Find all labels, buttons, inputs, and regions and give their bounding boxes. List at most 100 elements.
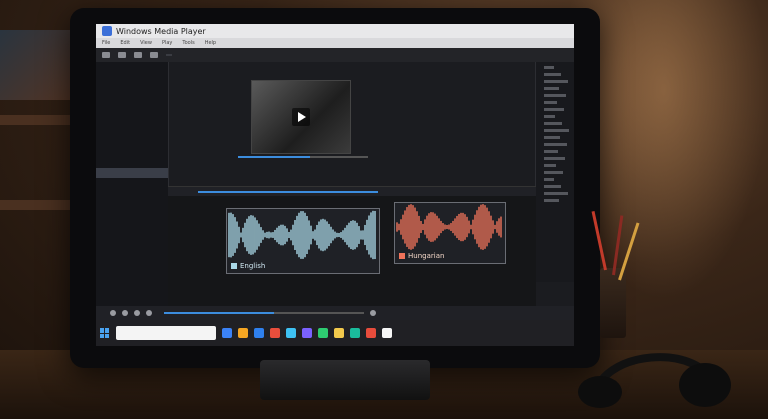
previous-icon[interactable] [110,310,116,316]
menu-item[interactable]: Tools [182,38,194,48]
title-bar: Windows Media Player [96,24,574,38]
taskbar-app-icon[interactable] [270,328,280,338]
playback-seek-bar[interactable] [164,312,364,314]
taskbar-app-icon[interactable] [382,328,392,338]
sidebar-item[interactable] [96,98,168,108]
play-icon[interactable] [292,108,310,126]
taskbar-app-icon[interactable] [254,328,264,338]
tree-item[interactable] [544,87,559,90]
tree-item[interactable] [544,73,561,76]
background-shelf [0,115,80,125]
tool-icon[interactable] [102,52,110,58]
sidebar-item[interactable] [96,238,168,248]
color-swatch [231,263,237,269]
taskbar [96,320,574,346]
menu-item[interactable]: Play [162,38,172,48]
tree-item[interactable] [544,150,558,153]
toolbar [96,48,574,62]
tree-item[interactable] [544,94,566,97]
right-panel [535,62,574,282]
window-title: Windows Media Player [116,26,206,36]
sidebar-item[interactable] [96,198,168,208]
taskbar-app-icon[interactable] [366,328,376,338]
volume-icon[interactable] [370,310,376,316]
sidebar-item[interactable] [96,158,168,168]
playback-seek-fill [164,312,274,314]
tree-item[interactable] [544,101,557,104]
sidebar-item[interactable] [96,68,168,78]
tree-item[interactable] [544,178,554,181]
menu-item[interactable]: File [102,38,110,48]
sidebar-item[interactable] [96,78,168,88]
sidebar-item[interactable] [96,118,168,128]
tree-item[interactable] [544,115,555,118]
video-seek-bar[interactable] [238,156,368,158]
windows-start-icon[interactable] [100,328,110,338]
sidebar-item[interactable] [96,208,168,218]
timeline-fill [198,191,378,193]
tree-item[interactable] [544,122,562,125]
taskbar-app-icon[interactable] [350,328,360,338]
menu-bar: File Edit View Play Tools Help [96,38,574,48]
sidebar-item[interactable] [96,178,168,188]
clip-label: Hungarian [399,252,444,260]
headphones [578,353,731,408]
stop-icon[interactable] [122,310,128,316]
tree-item[interactable] [544,164,556,167]
taskbar-app-icon[interactable] [286,328,296,338]
track-label-hungarian: Hungarian [408,252,445,260]
tree-item[interactable] [544,157,565,160]
tree-item[interactable] [544,129,569,132]
taskbar-search-input[interactable] [116,326,216,340]
toolbar-tab[interactable] [166,54,172,56]
color-swatch [399,253,405,259]
tree-item[interactable] [544,143,567,146]
tree-item[interactable] [544,171,563,174]
taskbar-app-icon[interactable] [222,328,232,338]
tool-icon[interactable] [150,52,158,58]
sidebar-item[interactable] [96,108,168,118]
taskbar-app-icon[interactable] [334,328,344,338]
clip-label: English [231,262,265,270]
tool-icon[interactable] [134,52,142,58]
sidebar-item[interactable] [96,128,168,138]
sidebar-item[interactable] [96,188,168,198]
menu-item[interactable]: Help [205,38,216,48]
sidebar-item[interactable] [96,228,168,238]
pencil-cup [600,268,626,338]
tree-item[interactable] [544,66,554,69]
sidebar-item[interactable] [96,148,168,158]
background-shelf [0,200,80,210]
audio-clip-hungarian[interactable]: Hungarian [394,202,506,264]
scene: Windows Media Player File Edit View Play Too… [0,0,768,419]
taskbar-app-icon[interactable] [318,328,328,338]
next-icon[interactable] [146,310,152,316]
background-tv [0,30,70,100]
audio-clip-english[interactable]: English [226,208,380,274]
video-seek-fill [238,156,310,158]
sidebar-item[interactable] [96,168,168,178]
tree-item[interactable] [544,185,561,188]
menu-item[interactable]: Edit [120,38,130,48]
tree-item[interactable] [544,199,559,202]
tree-item[interactable] [544,108,564,111]
tree-item[interactable] [544,80,568,83]
taskbar-app-icon[interactable] [302,328,312,338]
media-player-icon [102,26,112,36]
tree-item[interactable] [544,192,568,195]
play-pause-icon[interactable] [134,310,140,316]
tool-icon[interactable] [118,52,126,58]
library-sidebar [96,62,169,322]
sidebar-item[interactable] [96,138,168,148]
sidebar-item[interactable] [96,88,168,98]
menu-item[interactable]: View [140,38,152,48]
monitor-stand [260,360,430,400]
playback-controls [96,306,574,320]
screen: Windows Media Player File Edit View Play Too… [96,24,574,346]
track-label-english: English [240,262,266,270]
taskbar-app-icon[interactable] [238,328,248,338]
video-preview[interactable] [251,80,351,154]
sidebar-item[interactable] [96,218,168,228]
track-area: English Hungarian [168,196,536,306]
tree-item[interactable] [544,136,560,139]
